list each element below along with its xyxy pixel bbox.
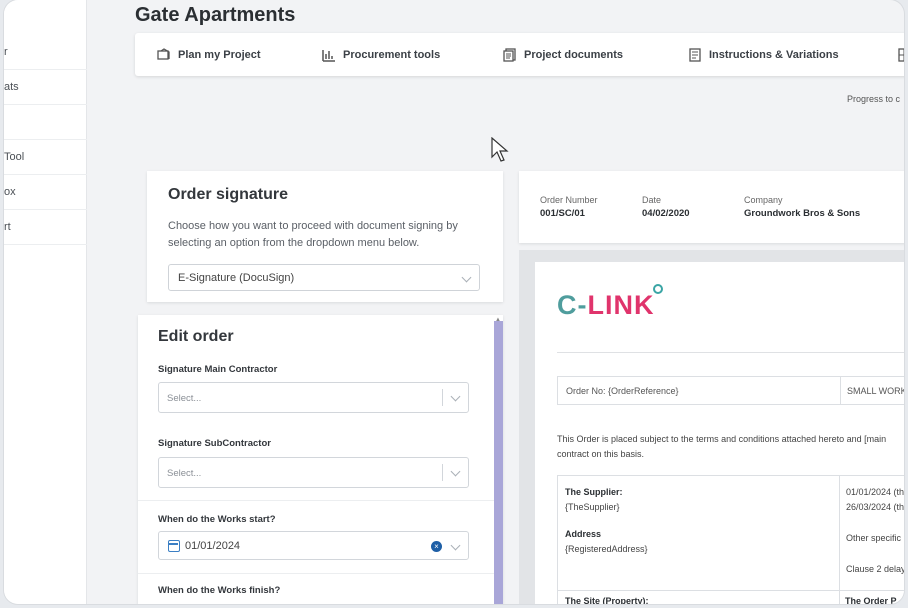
chevron-down-icon [450,391,461,402]
order-reference-table: Order No: {OrderReference} SMALL WORKS [557,376,904,405]
main-contractor-label: Signature Main Contractor [158,364,278,375]
terms-line-2: contract on this basis. [557,449,645,459]
sidebar-item-label: ox [4,186,16,198]
document-page: C-LINK Order No: {OrderReference} SMALL … [535,262,904,604]
order-number-label: Order Number [540,195,598,205]
sidebar-item-5[interactable]: ox [4,175,87,210]
sidebar-item-label: r [4,46,8,58]
works-start-value: 01/01/2024 [185,540,241,552]
section-divider [138,500,494,501]
table-divider [558,590,904,591]
terms-line-1: This Order is placed subject to the term… [557,434,887,444]
sidebar-item-4[interactable]: Tool [4,140,87,175]
date-label: Date [642,195,662,205]
works-finish-label: When do the Works finish? [158,585,281,596]
progress-label: Progress to c [847,94,901,104]
sidebar-item-1[interactable]: r [4,35,87,70]
tab-label: Procurement tools [343,48,441,61]
order-type: SMALL WORKS [840,377,904,404]
supplier-table: The Supplier: {TheSupplier} Address {Reg… [557,475,904,604]
grid-icon [897,47,904,62]
mouse-cursor-icon [491,136,509,168]
sidebar-item-3[interactable] [4,105,87,140]
sidebar-item-label: ats [4,81,19,93]
terms-text: This Order is placed subject to the term… [557,432,904,462]
works-start-datepicker[interactable]: 01/01/2024 × [158,531,469,560]
c-link-logo: C-LINK [557,290,655,320]
procurement-icon [322,48,336,62]
edit-order-panel: Edit order Signature Main Contractor Sel… [138,315,503,604]
calendar-icon [168,540,180,552]
section-divider [138,573,494,574]
address-value: {RegisteredAddress} [565,544,648,554]
main-contractor-placeholder: Select... [167,393,202,404]
subcontractor-label: Signature SubContractor [158,438,271,449]
order-signature-description: Choose how you want to proceed with docu… [168,220,458,249]
documents-icon [503,47,517,62]
address-label: Address [565,529,602,539]
sidebar: r ats Tool ox rt [4,0,87,604]
order-label: The Order P [845,596,897,604]
clause-text: Clause 2 delay [846,564,904,574]
order-signature-title: Order signature [168,186,289,203]
order-signature-card: Order signature Choose how you want to p… [147,171,503,302]
tab-label: Project documents [524,48,624,61]
tab-label: Instructions & Variations [709,48,839,61]
subcontractor-select[interactable]: Select... [158,457,469,488]
sidebar-item-6[interactable]: rt [4,210,87,245]
instructions-icon [688,47,702,62]
select-separator [442,464,443,481]
plan-icon [157,47,171,62]
company-value: Groundwork Bros & Sons [744,208,861,219]
finish-date-text: 26/03/2024 (th [846,502,904,512]
works-start-label: When do the Works start? [158,514,276,525]
chevron-down-icon [461,272,472,283]
signature-method-select[interactable]: E-Signature (DocuSign) [168,264,480,291]
edit-panel-scrollbar[interactable] [494,321,503,604]
site-label: The Site (Property): [565,596,649,604]
tab-plan-my-project[interactable]: Plan my Project [157,33,261,76]
subcontractor-placeholder: Select... [167,468,202,479]
tab-project-documents[interactable]: Project documents [503,33,623,76]
sidebar-item-2[interactable]: ats [4,70,87,105]
chevron-down-icon [450,466,461,477]
select-separator [442,389,443,406]
company-label: Company [744,195,783,205]
tab-more[interactable] [897,33,904,76]
order-number-value: 001/SC/01 [540,208,585,219]
signature-method-value: E-Signature (DocuSign) [178,272,295,284]
logo-ring-icon [653,284,663,294]
supplier-label: The Supplier: [565,487,623,497]
page-title: Gate Apartments [135,4,296,26]
tab-bar: Plan my Project Procurement tools Projec… [135,33,904,76]
main-contractor-select[interactable]: Select... [158,382,469,413]
order-header-card: Order Number 001/SC/01 Date 04/02/2020 C… [519,171,904,243]
edit-order-title: Edit order [158,328,234,345]
sidebar-item-label: rt [4,221,11,233]
order-reference: Order No: {OrderReference} [566,386,679,396]
other-specific-text: Other specific [846,533,902,543]
clear-icon[interactable]: × [431,541,442,552]
tab-instructions-variations[interactable]: Instructions & Variations [688,33,839,76]
chevron-down-icon [450,540,461,551]
app-window: r ats Tool ox rt Gate Apartments Plan my… [4,0,904,604]
tab-procurement-tools[interactable]: Procurement tools [322,33,440,76]
start-date-text: 01/01/2024 (the [846,487,904,497]
supplier-value: {TheSupplier} [565,502,620,512]
supplier-table-col2: 01/01/2024 (the 26/03/2024 (th Other spe… [839,476,904,604]
document-divider [557,352,904,353]
date-value: 04/02/2020 [642,208,690,219]
tab-label: Plan my Project [178,48,261,61]
sidebar-item-label: Tool [4,151,25,163]
